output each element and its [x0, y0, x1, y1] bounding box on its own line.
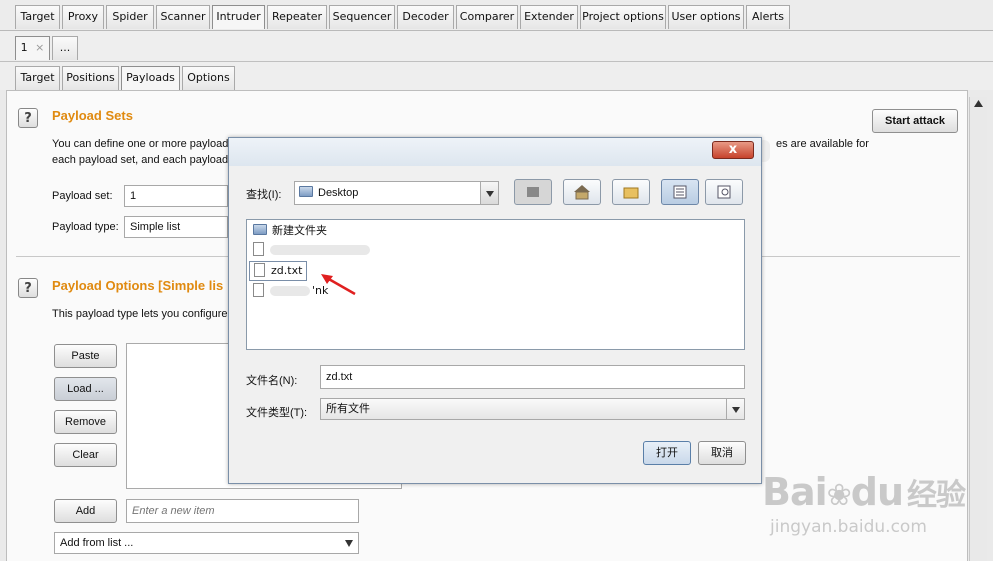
- list-item[interactable]: 'nk: [253, 282, 328, 300]
- list-item-selected[interactable]: zd.txt: [249, 261, 308, 281]
- redacted-filename: [270, 245, 370, 255]
- attack-tab-bar: 1 × ...: [0, 31, 993, 62]
- filetype-dropdown[interactable]: [726, 399, 744, 419]
- new-folder-icon: [623, 187, 639, 199]
- details-view-icon: [717, 185, 731, 199]
- attack-tab-1[interactable]: 1 ×: [15, 36, 50, 60]
- file-icon: [253, 283, 264, 297]
- tab-decoder[interactable]: Decoder: [397, 5, 454, 29]
- add-from-list-label: Add from list ...: [60, 537, 134, 549]
- sub-tab-bar: Target Positions Payloads Options: [0, 62, 993, 90]
- dropdown-arrow-icon: [345, 540, 353, 547]
- paste-button[interactable]: Paste: [54, 344, 117, 368]
- tab-target[interactable]: Target: [15, 5, 60, 29]
- new-folder-button[interactable]: [612, 179, 650, 205]
- list-item[interactable]: [253, 241, 370, 259]
- add-from-list-select[interactable]: Add from list ...: [54, 532, 359, 554]
- baidu-watermark-url: jingyan.baidu.com: [770, 517, 927, 537]
- cancel-button[interactable]: 取消: [698, 441, 746, 465]
- subtab-target[interactable]: Target: [15, 66, 60, 90]
- payload-sets-title: Payload Sets: [52, 108, 133, 123]
- help-icon-2[interactable]: ?: [18, 278, 38, 298]
- payload-options-title: Payload Options [Simple lis: [52, 278, 224, 293]
- close-icon[interactable]: ×: [35, 41, 44, 54]
- file-open-dialog: x 查找(I): Desktop 新建文件夹 zd.txt 'nk 文件名(N)…: [228, 137, 762, 484]
- payload-type-select[interactable]: Simple list: [124, 216, 228, 238]
- look-in-label: 查找(I):: [246, 189, 282, 201]
- list-view-icon: [673, 185, 687, 199]
- tab-sequencer[interactable]: Sequencer: [329, 5, 395, 29]
- subtab-positions[interactable]: Positions: [62, 66, 119, 90]
- folder-icon: [253, 224, 267, 235]
- tab-scanner[interactable]: Scanner: [156, 5, 210, 29]
- tab-proxy[interactable]: Proxy: [62, 5, 104, 29]
- add-item-input[interactable]: [126, 499, 359, 523]
- filename-label: 文件名(N):: [246, 375, 298, 387]
- folder-icon: [299, 186, 313, 197]
- payload-sets-desc-1: You can define one or more payload: [52, 138, 229, 150]
- details-view-button[interactable]: [705, 179, 743, 205]
- tab-comparer[interactable]: Comparer: [456, 5, 518, 29]
- file-icon: [253, 242, 264, 256]
- tab-project-options[interactable]: Project options: [580, 5, 666, 29]
- dropdown-arrow-icon: [486, 191, 494, 197]
- subtab-payloads[interactable]: Payloads: [121, 66, 180, 90]
- dropdown-arrow-icon: [732, 407, 740, 413]
- tab-extender[interactable]: Extender: [520, 5, 578, 29]
- payload-sets-desc-1-end: es are available for: [776, 138, 869, 150]
- new-attack-tab[interactable]: ...: [52, 36, 78, 60]
- payload-set-label: Payload set:: [52, 190, 113, 202]
- filename-input[interactable]: zd.txt: [320, 365, 745, 389]
- clear-button[interactable]: Clear: [54, 443, 117, 467]
- list-item[interactable]: 新建文件夹: [253, 222, 327, 240]
- tab-user-options[interactable]: User options: [668, 5, 744, 29]
- open-button[interactable]: 打开: [643, 441, 691, 465]
- main-tab-bar: Target Proxy Spider Scanner Intruder Rep…: [0, 0, 993, 31]
- payload-options-desc: This payload type lets you configure: [52, 308, 228, 320]
- subtab-options[interactable]: Options: [182, 66, 235, 90]
- up-folder-button[interactable]: [514, 179, 552, 205]
- payload-type-label: Payload type:: [52, 221, 119, 233]
- file-icon: [254, 263, 265, 277]
- tab-spider[interactable]: Spider: [106, 5, 154, 29]
- home-button[interactable]: [563, 179, 601, 205]
- remove-button[interactable]: Remove: [54, 410, 117, 434]
- look-in-dropdown[interactable]: [480, 182, 498, 204]
- up-folder-icon: [527, 187, 539, 197]
- list-view-button[interactable]: [661, 179, 699, 205]
- vertical-scrollbar[interactable]: [969, 97, 987, 561]
- add-button[interactable]: Add: [54, 499, 117, 523]
- filetype-select[interactable]: 所有文件: [320, 398, 745, 420]
- tab-intruder[interactable]: Intruder: [212, 5, 265, 29]
- start-attack-button[interactable]: Start attack: [872, 109, 958, 133]
- red-arrow-annotation: [321, 274, 356, 296]
- filetype-value: 所有文件: [326, 403, 370, 415]
- load-button[interactable]: Load ...: [54, 377, 117, 401]
- help-icon[interactable]: ?: [18, 108, 38, 128]
- filetype-label: 文件类型(T):: [246, 407, 308, 419]
- payload-set-select[interactable]: 1: [124, 185, 228, 207]
- baidu-watermark: Bai❀du 经验: [762, 470, 966, 514]
- home-icon: [574, 185, 590, 200]
- tab-repeater[interactable]: Repeater: [267, 5, 327, 29]
- baidu-paw-logo: ❀: [826, 478, 852, 513]
- payload-sets-desc-2: each payload set, and each payload: [52, 154, 229, 166]
- look-in-select[interactable]: Desktop: [294, 181, 499, 205]
- look-in-value: Desktop: [318, 187, 359, 199]
- tab-alerts[interactable]: Alerts: [746, 5, 790, 29]
- redacted-filename: [270, 286, 310, 296]
- attack-tab-label: 1: [20, 41, 28, 54]
- dialog-close-button[interactable]: x: [712, 141, 754, 159]
- scroll-up-arrow-icon[interactable]: [970, 97, 987, 111]
- dialog-titlebar: [229, 138, 761, 166]
